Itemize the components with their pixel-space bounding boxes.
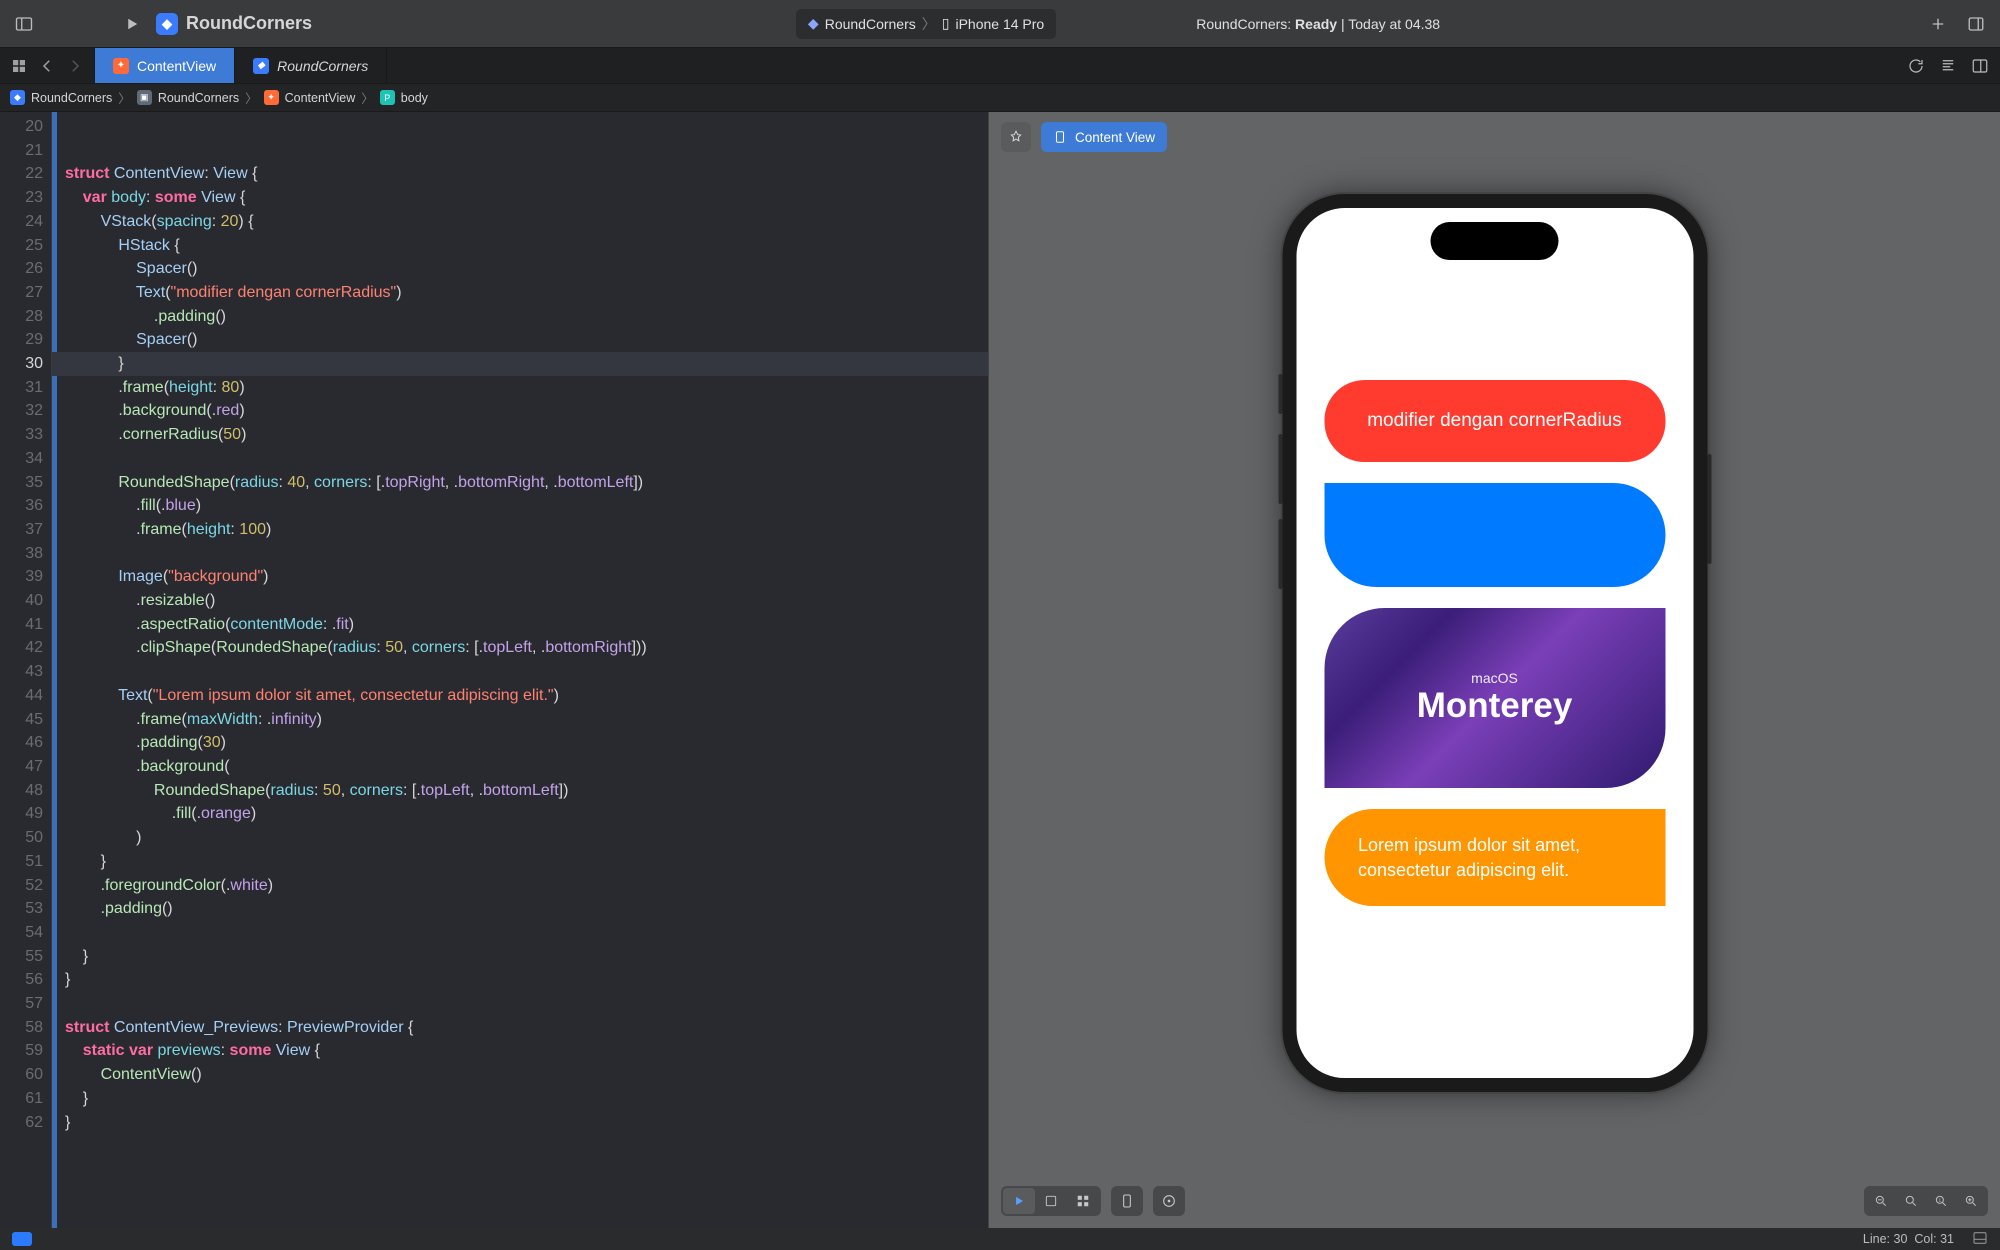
breadcrumb-item[interactable]: RoundCorners — [158, 91, 239, 105]
refresh-preview-icon[interactable] — [1902, 52, 1930, 80]
canvas-settings-button[interactable] — [1153, 1186, 1185, 1216]
minimap-toggle-icon[interactable] — [1934, 52, 1962, 80]
monterey-image: macOS Monterey — [1324, 608, 1665, 788]
phone-icon: ▯ — [942, 15, 950, 32]
main-toolbar: ◆ RoundCorners ◆ RoundCorners 〉 ▯ iPhone… — [0, 0, 2000, 48]
preview-mode-group — [1001, 1186, 1101, 1216]
toggle-left-sidebar-button[interactable] — [10, 10, 38, 38]
related-items-button[interactable] — [6, 53, 32, 79]
adjust-editor-options-icon[interactable] — [1966, 52, 1994, 80]
selectable-preview-button[interactable] — [1035, 1188, 1067, 1214]
orange-text-view: Lorem ipsum dolor sit amet, consectetur … — [1324, 809, 1665, 906]
zoom-in-button[interactable] — [1956, 1188, 1986, 1214]
breadcrumb-item[interactable]: body — [401, 91, 428, 105]
app-preview-content: modifier dengan cornerRadius macOS Monte… — [1296, 208, 1693, 1078]
tab-roundcorners[interactable]: ◆ RoundCorners — [235, 48, 387, 83]
bottom-status-bar: Line: 30 Col: 31 — [0, 1228, 2000, 1250]
line-number-gutter: 2021222324252627282930313233343536373839… — [0, 112, 52, 1228]
zoom-controls: 1 — [1864, 1186, 1988, 1216]
preview-label-text: Content View — [1075, 130, 1155, 145]
folder-icon: ▣ — [137, 90, 152, 105]
macos-subtitle: macOS — [1471, 670, 1518, 686]
project-icon: ◆ — [10, 90, 25, 105]
tab-label: RoundCorners — [277, 58, 368, 74]
tab-label: ContentView — [137, 58, 216, 74]
add-tab-button[interactable] — [1924, 10, 1952, 38]
blue-rounded-shape — [1324, 483, 1665, 587]
swift-file-icon: ✦ — [264, 90, 279, 105]
side-button — [1278, 434, 1282, 504]
svg-text:1: 1 — [1939, 1198, 1942, 1203]
preview-canvas[interactable]: Content View modifier dengan cornerRadiu… — [988, 112, 2000, 1228]
zoom-out-button[interactable] — [1866, 1188, 1896, 1214]
variants-button[interactable] — [1067, 1188, 1099, 1214]
run-button[interactable] — [118, 10, 146, 38]
zoom-fit-button[interactable] — [1896, 1188, 1926, 1214]
jump-bar[interactable]: ◆ RoundCorners 〉 ▣ RoundCorners 〉 ✦ Cont… — [0, 84, 2000, 112]
iphone-device-frame: modifier dengan cornerRadius macOS Monte… — [1282, 194, 1707, 1092]
scheme-device: iPhone 14 Pro — [955, 16, 1044, 32]
macos-title: Monterey — [1417, 686, 1573, 726]
property-icon: P — [380, 90, 395, 105]
zoom-actual-button[interactable]: 1 — [1926, 1188, 1956, 1214]
source-editor[interactable]: 2021222324252627282930313233343536373839… — [0, 112, 988, 1228]
side-button — [1278, 519, 1282, 589]
cursor-position: Line: 30 Col: 31 — [1863, 1232, 1954, 1246]
project-selector[interactable]: ◆ RoundCorners — [156, 13, 312, 35]
chevron-right-icon: 〉 — [245, 88, 258, 107]
red-pill-view: modifier dengan cornerRadius — [1324, 380, 1665, 462]
code-area[interactable]: struct ContentView: View { var body: som… — [57, 112, 988, 1228]
xcodeproj-icon: ◆ — [253, 58, 269, 74]
debug-indicator-icon[interactable] — [12, 1232, 32, 1246]
preview-label-chip[interactable]: Content View — [1041, 122, 1167, 152]
scheme-target: RoundCorners — [825, 16, 916, 32]
nav-back-button[interactable] — [34, 53, 60, 79]
library-button[interactable] — [1962, 10, 1990, 38]
document-tab-bar: ✦ ContentView ◆ RoundCorners — [0, 48, 2000, 84]
breadcrumb-item[interactable]: RoundCorners — [31, 91, 112, 105]
breadcrumb-item[interactable]: ContentView — [285, 91, 356, 105]
device-settings-button[interactable] — [1111, 1186, 1143, 1216]
side-button — [1707, 454, 1711, 564]
swift-file-icon: ✦ — [113, 58, 129, 74]
project-icon: ◆ — [156, 13, 178, 35]
chevron-right-icon: 〉 — [361, 88, 374, 107]
live-preview-button[interactable] — [1003, 1188, 1035, 1214]
nav-forward-button[interactable] — [62, 53, 88, 79]
activity-status: RoundCorners: Ready | Today at 04.38 — [1196, 16, 1440, 32]
scheme-selector[interactable]: ◆ RoundCorners 〉 ▯ iPhone 14 Pro — [796, 9, 1056, 39]
project-name: RoundCorners — [186, 13, 312, 34]
chevron-right-icon: 〉 — [118, 88, 131, 107]
iphone-screen: modifier dengan cornerRadius macOS Monte… — [1296, 208, 1693, 1078]
toggle-debug-area-icon[interactable] — [1972, 1230, 1988, 1249]
side-button — [1278, 374, 1282, 414]
pin-preview-button[interactable] — [1001, 122, 1031, 152]
tab-contentview[interactable]: ✦ ContentView — [95, 48, 235, 83]
chevron-right-icon: 〉 — [922, 14, 936, 34]
